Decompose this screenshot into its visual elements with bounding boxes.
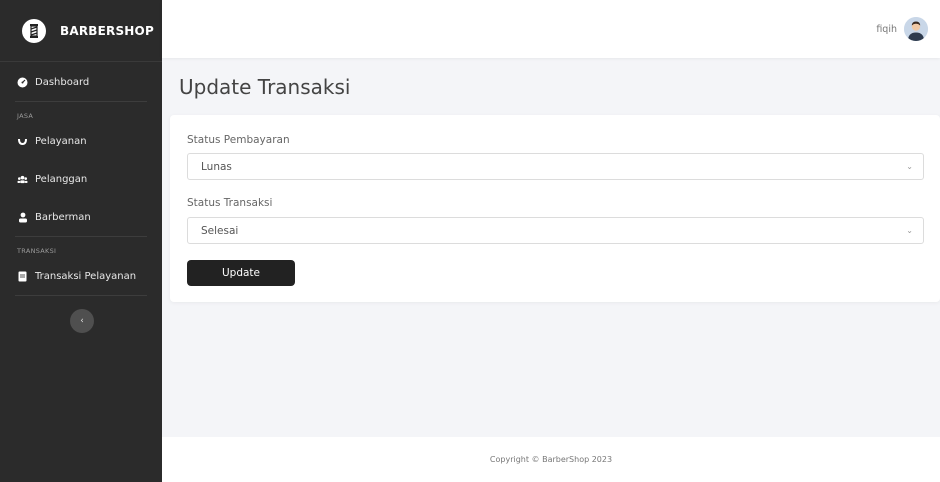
sidebar-item-label: Pelanggan bbox=[35, 173, 88, 185]
transaction-status-label: Status Transaksi bbox=[187, 197, 273, 209]
footer: Copyright © BarberShop 2023 bbox=[162, 437, 940, 482]
sidebar-item-dashboard[interactable]: Dashboard bbox=[0, 63, 162, 101]
hands-icon bbox=[17, 136, 28, 147]
sidebar-item-label: Dashboard bbox=[35, 76, 90, 88]
user-menu[interactable]: fiqih bbox=[876, 17, 928, 41]
payment-status-select[interactable]: Lunas ⌄ bbox=[187, 153, 924, 180]
payment-status-value: Lunas bbox=[201, 160, 232, 173]
topbar: fiqih bbox=[162, 0, 940, 58]
user-icon bbox=[17, 212, 28, 223]
sidebar-item-transaksi-pelayanan[interactable]: Transaksi Pelayanan bbox=[0, 257, 162, 295]
sidebar-item-label: Pelayanan bbox=[35, 135, 87, 147]
brand[interactable]: BARBERSHOP bbox=[0, 0, 162, 62]
transaction-status-value: Selesai bbox=[201, 224, 239, 237]
dashboard-icon bbox=[17, 77, 28, 88]
transaction-status-select[interactable]: Selesai ⌄ bbox=[187, 217, 924, 244]
update-button[interactable]: Update bbox=[187, 260, 295, 286]
chevron-down-icon: ⌄ bbox=[906, 226, 913, 235]
section-heading-transaksi: TRANSAKSI bbox=[17, 247, 57, 255]
divider bbox=[15, 295, 147, 296]
sidebar-item-barberman[interactable]: Barberman bbox=[0, 198, 162, 236]
sidebar-item-label: Transaksi Pelayanan bbox=[35, 270, 137, 282]
page-title: Update Transaksi bbox=[179, 75, 351, 99]
barber-pole-icon bbox=[22, 18, 46, 43]
payment-status-label: Status Pembayaran bbox=[187, 134, 290, 146]
chevron-left-icon: ‹ bbox=[80, 316, 84, 326]
sidebar-item-pelayanan[interactable]: Pelayanan bbox=[0, 122, 162, 160]
sidebar-toggle-button[interactable]: ‹ bbox=[70, 309, 94, 333]
user-name: fiqih bbox=[876, 23, 897, 35]
receipt-icon bbox=[17, 271, 28, 282]
brand-name: BARBERSHOP bbox=[60, 23, 154, 38]
users-icon bbox=[17, 174, 28, 185]
sidebar: BARBERSHOP Dashboard JASA Pelayanan Pela… bbox=[0, 0, 162, 482]
form-card: Status Pembayaran Lunas ⌄ Status Transak… bbox=[170, 115, 940, 302]
chevron-down-icon: ⌄ bbox=[906, 162, 913, 171]
section-heading-jasa: JASA bbox=[17, 112, 34, 120]
avatar[interactable] bbox=[904, 17, 928, 41]
copyright-text: Copyright © BarberShop 2023 bbox=[489, 455, 613, 464]
sidebar-item-pelanggan[interactable]: Pelanggan bbox=[0, 160, 162, 198]
sidebar-item-label: Barberman bbox=[35, 211, 91, 223]
